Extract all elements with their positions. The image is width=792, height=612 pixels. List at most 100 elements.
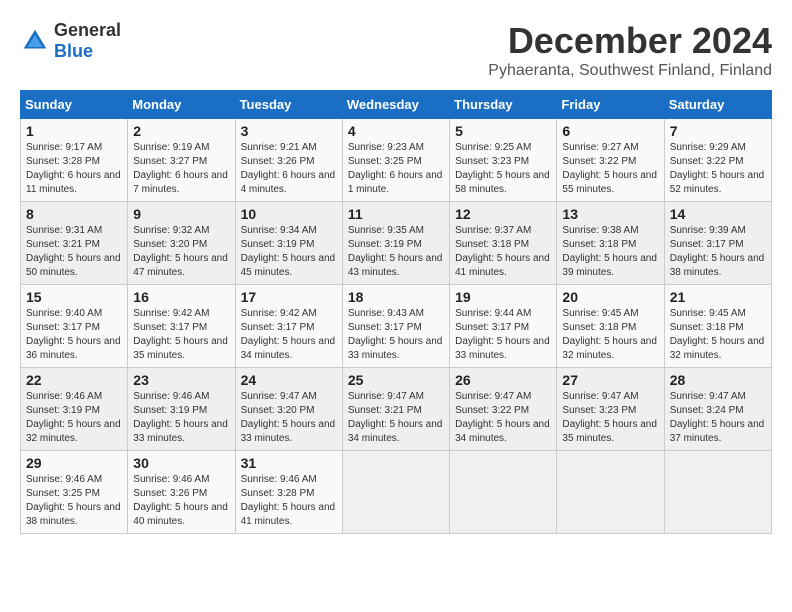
day-info: Sunrise: 9:47 AM Sunset: 3:24 PM Dayligh…: [670, 390, 766, 446]
calendar-cell: 11 Sunrise: 9:35 AM Sunset: 3:19 PM Dayl…: [342, 202, 449, 285]
day-number: 3: [241, 123, 337, 139]
day-info: Sunrise: 9:47 AM Sunset: 3:20 PM Dayligh…: [241, 390, 337, 446]
calendar-cell: 17 Sunrise: 9:42 AM Sunset: 3:17 PM Dayl…: [235, 285, 342, 368]
calendar-cell: 19 Sunrise: 9:44 AM Sunset: 3:17 PM Dayl…: [450, 285, 557, 368]
day-info: Sunrise: 9:46 AM Sunset: 3:19 PM Dayligh…: [133, 390, 229, 446]
calendar-week-3: 15 Sunrise: 9:40 AM Sunset: 3:17 PM Dayl…: [21, 285, 772, 368]
day-number: 10: [241, 206, 337, 222]
calendar-cell: 26 Sunrise: 9:47 AM Sunset: 3:22 PM Dayl…: [450, 368, 557, 451]
day-number: 9: [133, 206, 229, 222]
day-header-sunday: Sunday: [21, 91, 128, 119]
day-info: Sunrise: 9:43 AM Sunset: 3:17 PM Dayligh…: [348, 307, 444, 363]
day-number: 15: [26, 289, 122, 305]
day-number: 30: [133, 455, 229, 471]
calendar-cell: 23 Sunrise: 9:46 AM Sunset: 3:19 PM Dayl…: [128, 368, 235, 451]
day-number: 6: [562, 123, 658, 139]
day-info: Sunrise: 9:42 AM Sunset: 3:17 PM Dayligh…: [133, 307, 229, 363]
logo: General Blue: [20, 20, 121, 62]
day-info: Sunrise: 9:37 AM Sunset: 3:18 PM Dayligh…: [455, 224, 551, 280]
day-header-friday: Friday: [557, 91, 664, 119]
calendar-cell: 21 Sunrise: 9:45 AM Sunset: 3:18 PM Dayl…: [664, 285, 771, 368]
day-number: 2: [133, 123, 229, 139]
calendar-cell: [557, 451, 664, 534]
logo-general: General: [54, 20, 121, 40]
day-info: Sunrise: 9:40 AM Sunset: 3:17 PM Dayligh…: [26, 307, 122, 363]
day-number: 29: [26, 455, 122, 471]
day-number: 8: [26, 206, 122, 222]
day-info: Sunrise: 9:19 AM Sunset: 3:27 PM Dayligh…: [133, 141, 229, 197]
calendar-cell: 27 Sunrise: 9:47 AM Sunset: 3:23 PM Dayl…: [557, 368, 664, 451]
day-number: 17: [241, 289, 337, 305]
logo-icon: [20, 26, 50, 56]
day-info: Sunrise: 9:42 AM Sunset: 3:17 PM Dayligh…: [241, 307, 337, 363]
day-header-wednesday: Wednesday: [342, 91, 449, 119]
day-info: Sunrise: 9:29 AM Sunset: 3:22 PM Dayligh…: [670, 141, 766, 197]
day-number: 5: [455, 123, 551, 139]
day-number: 22: [26, 372, 122, 388]
day-number: 1: [26, 123, 122, 139]
day-number: 12: [455, 206, 551, 222]
day-header-thursday: Thursday: [450, 91, 557, 119]
day-header-tuesday: Tuesday: [235, 91, 342, 119]
day-number: 13: [562, 206, 658, 222]
calendar-cell: 28 Sunrise: 9:47 AM Sunset: 3:24 PM Dayl…: [664, 368, 771, 451]
calendar-cell: [342, 451, 449, 534]
day-number: 11: [348, 206, 444, 222]
day-info: Sunrise: 9:46 AM Sunset: 3:26 PM Dayligh…: [133, 473, 229, 529]
day-info: Sunrise: 9:31 AM Sunset: 3:21 PM Dayligh…: [26, 224, 122, 280]
day-number: 24: [241, 372, 337, 388]
day-info: Sunrise: 9:34 AM Sunset: 3:19 PM Dayligh…: [241, 224, 337, 280]
day-info: Sunrise: 9:47 AM Sunset: 3:23 PM Dayligh…: [562, 390, 658, 446]
day-number: 27: [562, 372, 658, 388]
calendar-cell: 5 Sunrise: 9:25 AM Sunset: 3:23 PM Dayli…: [450, 119, 557, 202]
day-number: 18: [348, 289, 444, 305]
day-number: 28: [670, 372, 766, 388]
day-info: Sunrise: 9:35 AM Sunset: 3:19 PM Dayligh…: [348, 224, 444, 280]
calendar-week-2: 8 Sunrise: 9:31 AM Sunset: 3:21 PM Dayli…: [21, 202, 772, 285]
day-info: Sunrise: 9:45 AM Sunset: 3:18 PM Dayligh…: [670, 307, 766, 363]
day-info: Sunrise: 9:39 AM Sunset: 3:17 PM Dayligh…: [670, 224, 766, 280]
calendar-week-5: 29 Sunrise: 9:46 AM Sunset: 3:25 PM Dayl…: [21, 451, 772, 534]
calendar-cell: 2 Sunrise: 9:19 AM Sunset: 3:27 PM Dayli…: [128, 119, 235, 202]
day-number: 31: [241, 455, 337, 471]
day-info: Sunrise: 9:21 AM Sunset: 3:26 PM Dayligh…: [241, 141, 337, 197]
day-header-monday: Monday: [128, 91, 235, 119]
day-info: Sunrise: 9:17 AM Sunset: 3:28 PM Dayligh…: [26, 141, 122, 197]
day-info: Sunrise: 9:27 AM Sunset: 3:22 PM Dayligh…: [562, 141, 658, 197]
logo-blue: Blue: [54, 41, 93, 61]
day-info: Sunrise: 9:25 AM Sunset: 3:23 PM Dayligh…: [455, 141, 551, 197]
day-number: 21: [670, 289, 766, 305]
day-info: Sunrise: 9:47 AM Sunset: 3:22 PM Dayligh…: [455, 390, 551, 446]
day-info: Sunrise: 9:47 AM Sunset: 3:21 PM Dayligh…: [348, 390, 444, 446]
calendar-cell: 25 Sunrise: 9:47 AM Sunset: 3:21 PM Dayl…: [342, 368, 449, 451]
calendar-cell: 15 Sunrise: 9:40 AM Sunset: 3:17 PM Dayl…: [21, 285, 128, 368]
day-header-saturday: Saturday: [664, 91, 771, 119]
calendar-cell: 12 Sunrise: 9:37 AM Sunset: 3:18 PM Dayl…: [450, 202, 557, 285]
day-info: Sunrise: 9:38 AM Sunset: 3:18 PM Dayligh…: [562, 224, 658, 280]
page-header: General Blue December 2024 Pyhaeranta, S…: [20, 20, 772, 80]
calendar-cell: [664, 451, 771, 534]
calendar-cell: 31 Sunrise: 9:46 AM Sunset: 3:28 PM Dayl…: [235, 451, 342, 534]
day-number: 16: [133, 289, 229, 305]
day-info: Sunrise: 9:46 AM Sunset: 3:25 PM Dayligh…: [26, 473, 122, 529]
day-number: 23: [133, 372, 229, 388]
location-title: Pyhaeranta, Southwest Finland, Finland: [488, 62, 772, 80]
calendar-cell: 3 Sunrise: 9:21 AM Sunset: 3:26 PM Dayli…: [235, 119, 342, 202]
calendar-cell: [450, 451, 557, 534]
logo-text: General Blue: [54, 20, 121, 62]
calendar-cell: 7 Sunrise: 9:29 AM Sunset: 3:22 PM Dayli…: [664, 119, 771, 202]
calendar-cell: 6 Sunrise: 9:27 AM Sunset: 3:22 PM Dayli…: [557, 119, 664, 202]
day-info: Sunrise: 9:45 AM Sunset: 3:18 PM Dayligh…: [562, 307, 658, 363]
day-number: 4: [348, 123, 444, 139]
calendar-cell: 1 Sunrise: 9:17 AM Sunset: 3:28 PM Dayli…: [21, 119, 128, 202]
calendar-cell: 9 Sunrise: 9:32 AM Sunset: 3:20 PM Dayli…: [128, 202, 235, 285]
day-info: Sunrise: 9:32 AM Sunset: 3:20 PM Dayligh…: [133, 224, 229, 280]
calendar-cell: 8 Sunrise: 9:31 AM Sunset: 3:21 PM Dayli…: [21, 202, 128, 285]
day-number: 19: [455, 289, 551, 305]
month-title: December 2024: [488, 20, 772, 62]
day-number: 14: [670, 206, 766, 222]
calendar-week-4: 22 Sunrise: 9:46 AM Sunset: 3:19 PM Dayl…: [21, 368, 772, 451]
calendar-header-row: SundayMondayTuesdayWednesdayThursdayFrid…: [21, 91, 772, 119]
day-number: 20: [562, 289, 658, 305]
calendar-week-1: 1 Sunrise: 9:17 AM Sunset: 3:28 PM Dayli…: [21, 119, 772, 202]
